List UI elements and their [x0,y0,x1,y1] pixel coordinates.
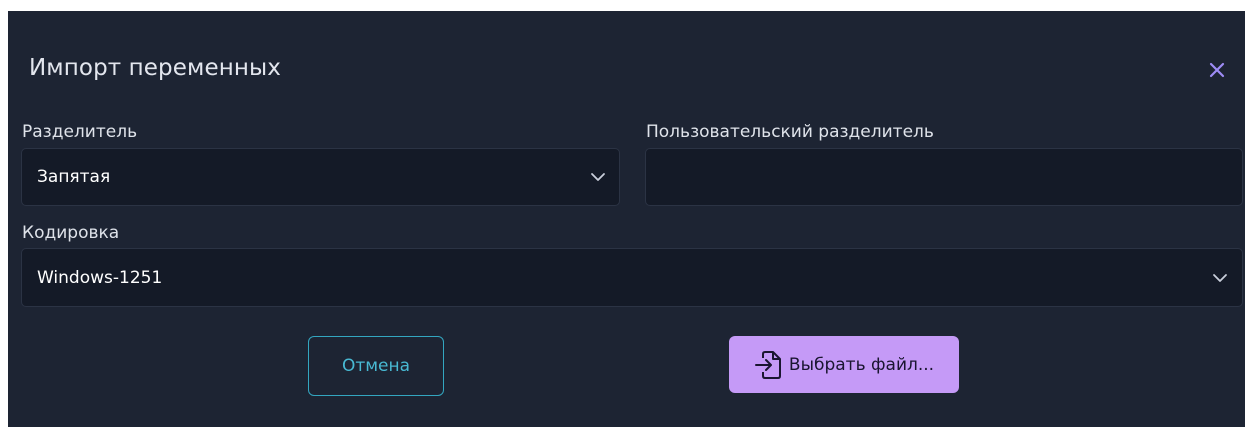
cancel-button-label: Отмена [341,356,411,376]
separator-select-value: Запятая [37,167,111,187]
custom-separator-label: Пользовательский разделитель [646,122,934,142]
encoding-select-value: Windows-1251 [37,267,163,288]
import-variables-dialog: Импорт переменных Разделитель Запятая По… [8,11,1245,427]
choose-file-button[interactable]: Выбрать файл... [729,336,959,393]
close-icon [1209,62,1225,78]
encoding-label: Кодировка [22,223,120,243]
dialog-title: Импорт переменных [29,55,281,81]
custom-separator-input[interactable] [645,148,1243,206]
separator-label: Разделитель [22,122,138,142]
choose-file-button-label: Выбрать файл... [788,354,935,375]
chevron-down-icon [591,173,605,181]
chevron-down-icon [1213,273,1227,282]
separator-select[interactable]: Запятая [21,148,620,206]
encoding-select[interactable]: Windows-1251 [21,248,1243,307]
cancel-button[interactable]: Отмена [308,336,444,396]
close-button[interactable] [1204,57,1230,83]
file-import-icon [754,350,781,379]
